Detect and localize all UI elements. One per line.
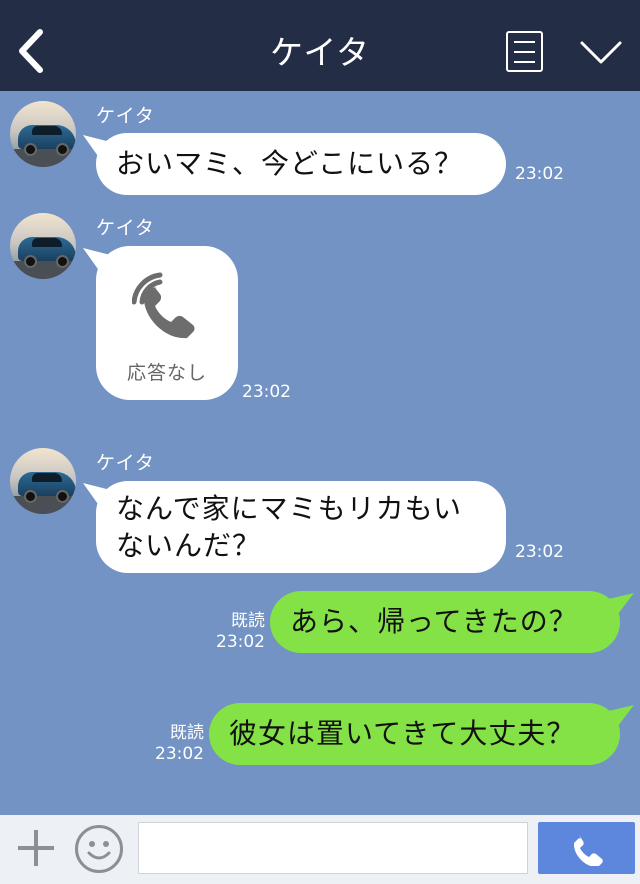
- sender-name: ケイタ: [96, 217, 155, 239]
- input-bar: [0, 815, 640, 884]
- my-message-bubble[interactable]: あら、帰ってきたの？: [270, 591, 620, 653]
- avatar[interactable]: [10, 448, 76, 514]
- sender-name: ケイタ: [96, 105, 155, 127]
- missed-call-bubble[interactable]: 応答なし: [96, 246, 238, 400]
- avatar[interactable]: [10, 213, 76, 279]
- send-phone-icon: [573, 834, 603, 866]
- chat-header: ケイタ: [0, 0, 640, 91]
- menu-icon[interactable]: [506, 31, 543, 72]
- message-input[interactable]: [138, 822, 528, 874]
- message-text: おいマミ、今どこにいる？: [116, 147, 464, 180]
- smiley-icon[interactable]: [75, 825, 123, 873]
- message-bubble[interactable]: なんで家にマミもリカもい ないんだ？: [96, 481, 506, 573]
- plus-icon[interactable]: [15, 827, 57, 869]
- call-button[interactable]: [538, 822, 635, 874]
- chat-title: ケイタ: [269, 33, 371, 72]
- chevron-down-icon[interactable]: [579, 38, 623, 66]
- message-time: 23:02: [242, 382, 291, 402]
- my-message-bubble[interactable]: 彼女は置いてきて大丈夫？: [209, 703, 620, 765]
- message-text: ないんだ？: [116, 529, 262, 562]
- message-text: なんで家にマミもリカもい: [116, 492, 463, 525]
- message-time: 23:02: [515, 542, 564, 562]
- read-receipt: 既読 23:02: [155, 723, 204, 764]
- call-status-label: 応答なし: [126, 362, 207, 384]
- sender-name: ケイタ: [96, 452, 155, 474]
- avatar[interactable]: [10, 101, 76, 167]
- message-text: 彼女は置いてきて大丈夫？: [229, 717, 576, 750]
- chat-area[interactable]: ケイタ おいマミ、今どこにいる？ 23:02 ケイタ 応答なし 23:02 ケイ…: [0, 91, 640, 815]
- message-bubble[interactable]: おいマミ、今どこにいる？: [96, 133, 506, 195]
- message-text: あら、帰ってきたの？: [290, 605, 578, 638]
- message-time: 23:02: [515, 164, 564, 184]
- phone-icon: [132, 272, 195, 339]
- read-receipt: 既読 23:02: [216, 611, 265, 652]
